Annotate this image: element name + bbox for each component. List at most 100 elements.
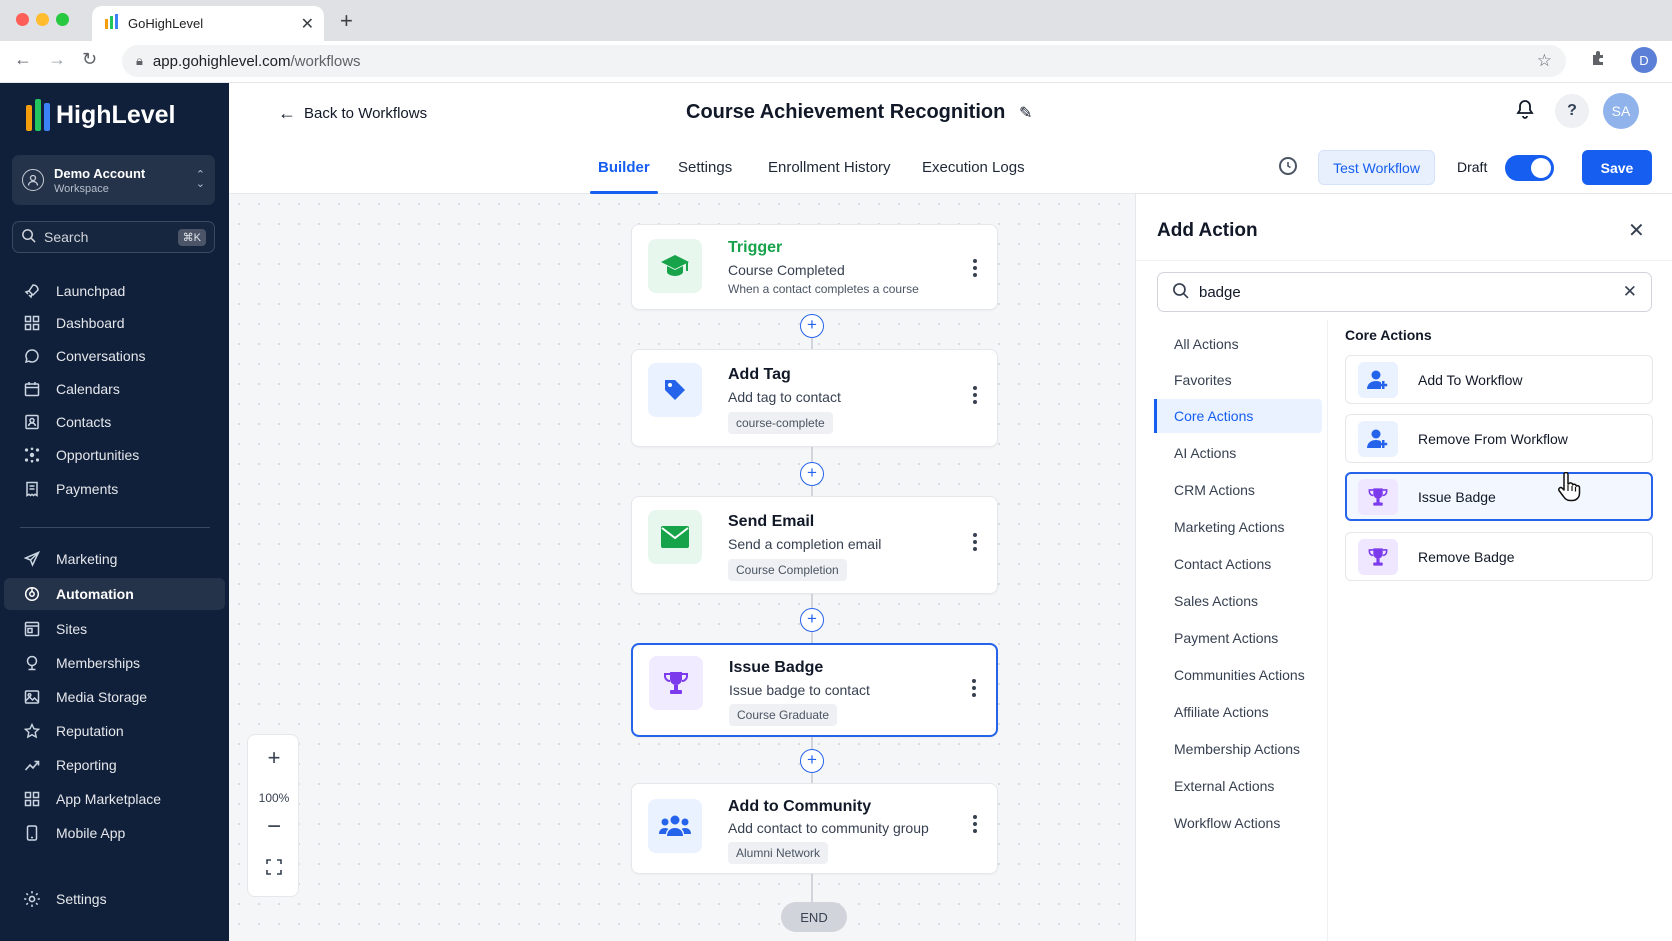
action-remove-badge[interactable]: Remove Badge: [1345, 532, 1653, 581]
extensions-icon[interactable]: [1590, 50, 1606, 71]
sidebar-item-label: Marketing: [56, 551, 118, 567]
sidebar-item-conversations[interactable]: Conversations: [4, 340, 225, 372]
address-bar[interactable]: 🔒︎ app.gohighlevel.com/workflows ☆: [122, 45, 1566, 77]
node-menu-icon[interactable]: [973, 815, 977, 836]
category-all-actions[interactable]: All Actions: [1154, 327, 1322, 361]
close-icon[interactable]: ✕: [1628, 218, 1645, 243]
account-switcher[interactable]: Demo Account Workspace ⌃ ⌄: [12, 155, 215, 205]
sidebar-item-app-marketplace[interactable]: App Marketplace: [4, 783, 225, 815]
fit-view-icon[interactable]: [248, 859, 300, 880]
tab-execution-logs[interactable]: Execution Logs: [922, 141, 1025, 194]
help-icon[interactable]: ?: [1555, 94, 1589, 128]
action-issue-badge[interactable]: Issue Badge: [1345, 472, 1653, 521]
category-core-actions[interactable]: Core Actions: [1154, 399, 1322, 433]
category-membership-actions[interactable]: Membership Actions: [1154, 732, 1322, 766]
tab-close-icon[interactable]: ✕: [301, 14, 314, 34]
sidebar-item-label: Media Storage: [56, 689, 148, 705]
clear-search-icon[interactable]: ✕: [1623, 282, 1637, 302]
category-workflow-actions[interactable]: Workflow Actions: [1154, 806, 1322, 840]
sidebar-item-reporting[interactable]: Reporting: [4, 749, 225, 781]
sidebar-item-media-storage[interactable]: Media Storage: [4, 681, 225, 713]
category-marketing-actions[interactable]: Marketing Actions: [1154, 510, 1322, 544]
zoom-in-button[interactable]: +: [248, 745, 300, 771]
action-node-add-tag[interactable]: Add Tag Add tag to contact course-comple…: [631, 349, 998, 447]
tab-settings[interactable]: Settings: [678, 141, 732, 194]
sidebar-item-settings[interactable]: Settings: [4, 883, 225, 915]
sidebar-item-sites[interactable]: Sites: [4, 613, 225, 645]
sidebar-item-launchpad[interactable]: Launchpad: [4, 275, 225, 307]
new-tab-icon[interactable]: +: [340, 8, 353, 34]
node-menu-icon[interactable]: [973, 386, 977, 407]
category-favorites[interactable]: Favorites: [1154, 363, 1322, 397]
node-title: Add to Community: [728, 798, 872, 815]
sidebar-item-automation[interactable]: Automation: [4, 578, 225, 610]
node-menu-icon[interactable]: [973, 259, 977, 280]
sidebar-item-label: Dashboard: [56, 315, 125, 331]
reload-icon[interactable]: ↻: [82, 49, 97, 70]
browser-tab[interactable]: GoHighLevel ✕: [92, 6, 324, 41]
browser-profile-avatar[interactable]: D: [1631, 47, 1657, 73]
action-search-input[interactable]: badge ✕: [1157, 272, 1652, 312]
user-plus-icon: [1358, 361, 1398, 398]
clock-history-icon[interactable]: [1279, 157, 1297, 175]
brand-logo[interactable]: HighLevel: [26, 99, 175, 131]
category-communities-actions[interactable]: Communities Actions: [1154, 658, 1322, 692]
sidebar-item-label: Calendars: [56, 381, 120, 397]
sidebar-item-mobile-app[interactable]: Mobile App: [4, 817, 225, 849]
sidebar-item-memberships[interactable]: Memberships: [4, 647, 225, 679]
trigger-node[interactable]: Trigger Course Completed When a contact …: [631, 224, 998, 310]
sidebar-item-marketing[interactable]: Marketing: [4, 543, 225, 575]
category-sales-actions[interactable]: Sales Actions: [1154, 584, 1322, 618]
maximize-window-button[interactable]: [56, 13, 69, 26]
sidebar-item-opportunities[interactable]: Opportunities: [4, 439, 225, 471]
category-payment-actions[interactable]: Payment Actions: [1154, 621, 1322, 655]
browser-back-icon[interactable]: ←: [14, 49, 32, 70]
workflow-canvas[interactable]: Trigger Course Completed When a contact …: [229, 194, 1135, 941]
bookmark-star-icon[interactable]: ☆: [1537, 51, 1552, 71]
add-step-button[interactable]: +: [800, 749, 824, 773]
sidebar-item-contacts[interactable]: Contacts: [4, 406, 225, 438]
back-to-workflows-link[interactable]: ← Back to Workflows: [278, 103, 427, 124]
sidebar-item-calendars[interactable]: Calendars: [4, 373, 225, 405]
pencil-icon[interactable]: ✎: [1019, 103, 1032, 123]
add-step-button[interactable]: +: [800, 314, 824, 338]
account-type: Workspace: [54, 182, 109, 195]
add-step-button[interactable]: +: [800, 608, 824, 632]
tag-icon: [648, 363, 702, 417]
publish-toggle[interactable]: [1505, 155, 1554, 181]
save-button[interactable]: Save: [1582, 150, 1652, 185]
minimize-window-button[interactable]: [36, 13, 49, 26]
sidebar-item-dashboard[interactable]: Dashboard: [4, 307, 225, 339]
browser-forward-icon[interactable]: →: [48, 49, 66, 70]
tab-enrollment-history[interactable]: Enrollment History: [768, 141, 891, 194]
action-node-issue-badge[interactable]: Issue Badge Issue badge to contact Cours…: [631, 643, 998, 737]
workflow-header: ← Back to Workflows Course Achievement R…: [229, 83, 1672, 141]
add-step-button[interactable]: +: [800, 462, 824, 486]
zoom-out-button[interactable]: −: [248, 813, 300, 841]
apps-icon: [22, 789, 42, 809]
category-affiliate-actions[interactable]: Affiliate Actions: [1154, 695, 1322, 729]
close-window-button[interactable]: [16, 13, 29, 26]
node-menu-icon[interactable]: [972, 679, 976, 700]
user-avatar[interactable]: SA: [1603, 93, 1639, 129]
category-ai-actions[interactable]: AI Actions: [1154, 436, 1322, 470]
hand-cursor-icon: [1556, 471, 1582, 507]
sidebar: HighLevel Demo Account Workspace ⌃ ⌄ Sear…: [0, 83, 229, 941]
zoom-level: 100%: [258, 791, 290, 805]
action-node-send-email[interactable]: Send Email Send a completion email Cours…: [631, 496, 998, 594]
node-title: Issue Badge: [729, 659, 824, 676]
category-external-actions[interactable]: External Actions: [1154, 769, 1322, 803]
test-workflow-button[interactable]: Test Workflow: [1318, 150, 1435, 185]
action-remove-from-workflow[interactable]: Remove From Workflow: [1345, 414, 1653, 463]
node-menu-icon[interactable]: [973, 533, 977, 554]
category-crm-actions[interactable]: CRM Actions: [1154, 473, 1322, 507]
action-node-add-to-community[interactable]: Add to Community Add contact to communit…: [631, 783, 998, 874]
sidebar-search-placeholder: Search: [44, 229, 89, 245]
sidebar-item-payments[interactable]: Payments: [4, 473, 225, 505]
category-contact-actions[interactable]: Contact Actions: [1154, 547, 1322, 581]
sidebar-item-reputation[interactable]: Reputation: [4, 715, 225, 747]
bell-icon[interactable]: [1516, 99, 1534, 124]
tab-builder[interactable]: Builder: [590, 141, 658, 194]
action-add-to-workflow[interactable]: Add To Workflow: [1345, 355, 1653, 404]
sidebar-search[interactable]: Search ⌘K: [12, 221, 215, 253]
